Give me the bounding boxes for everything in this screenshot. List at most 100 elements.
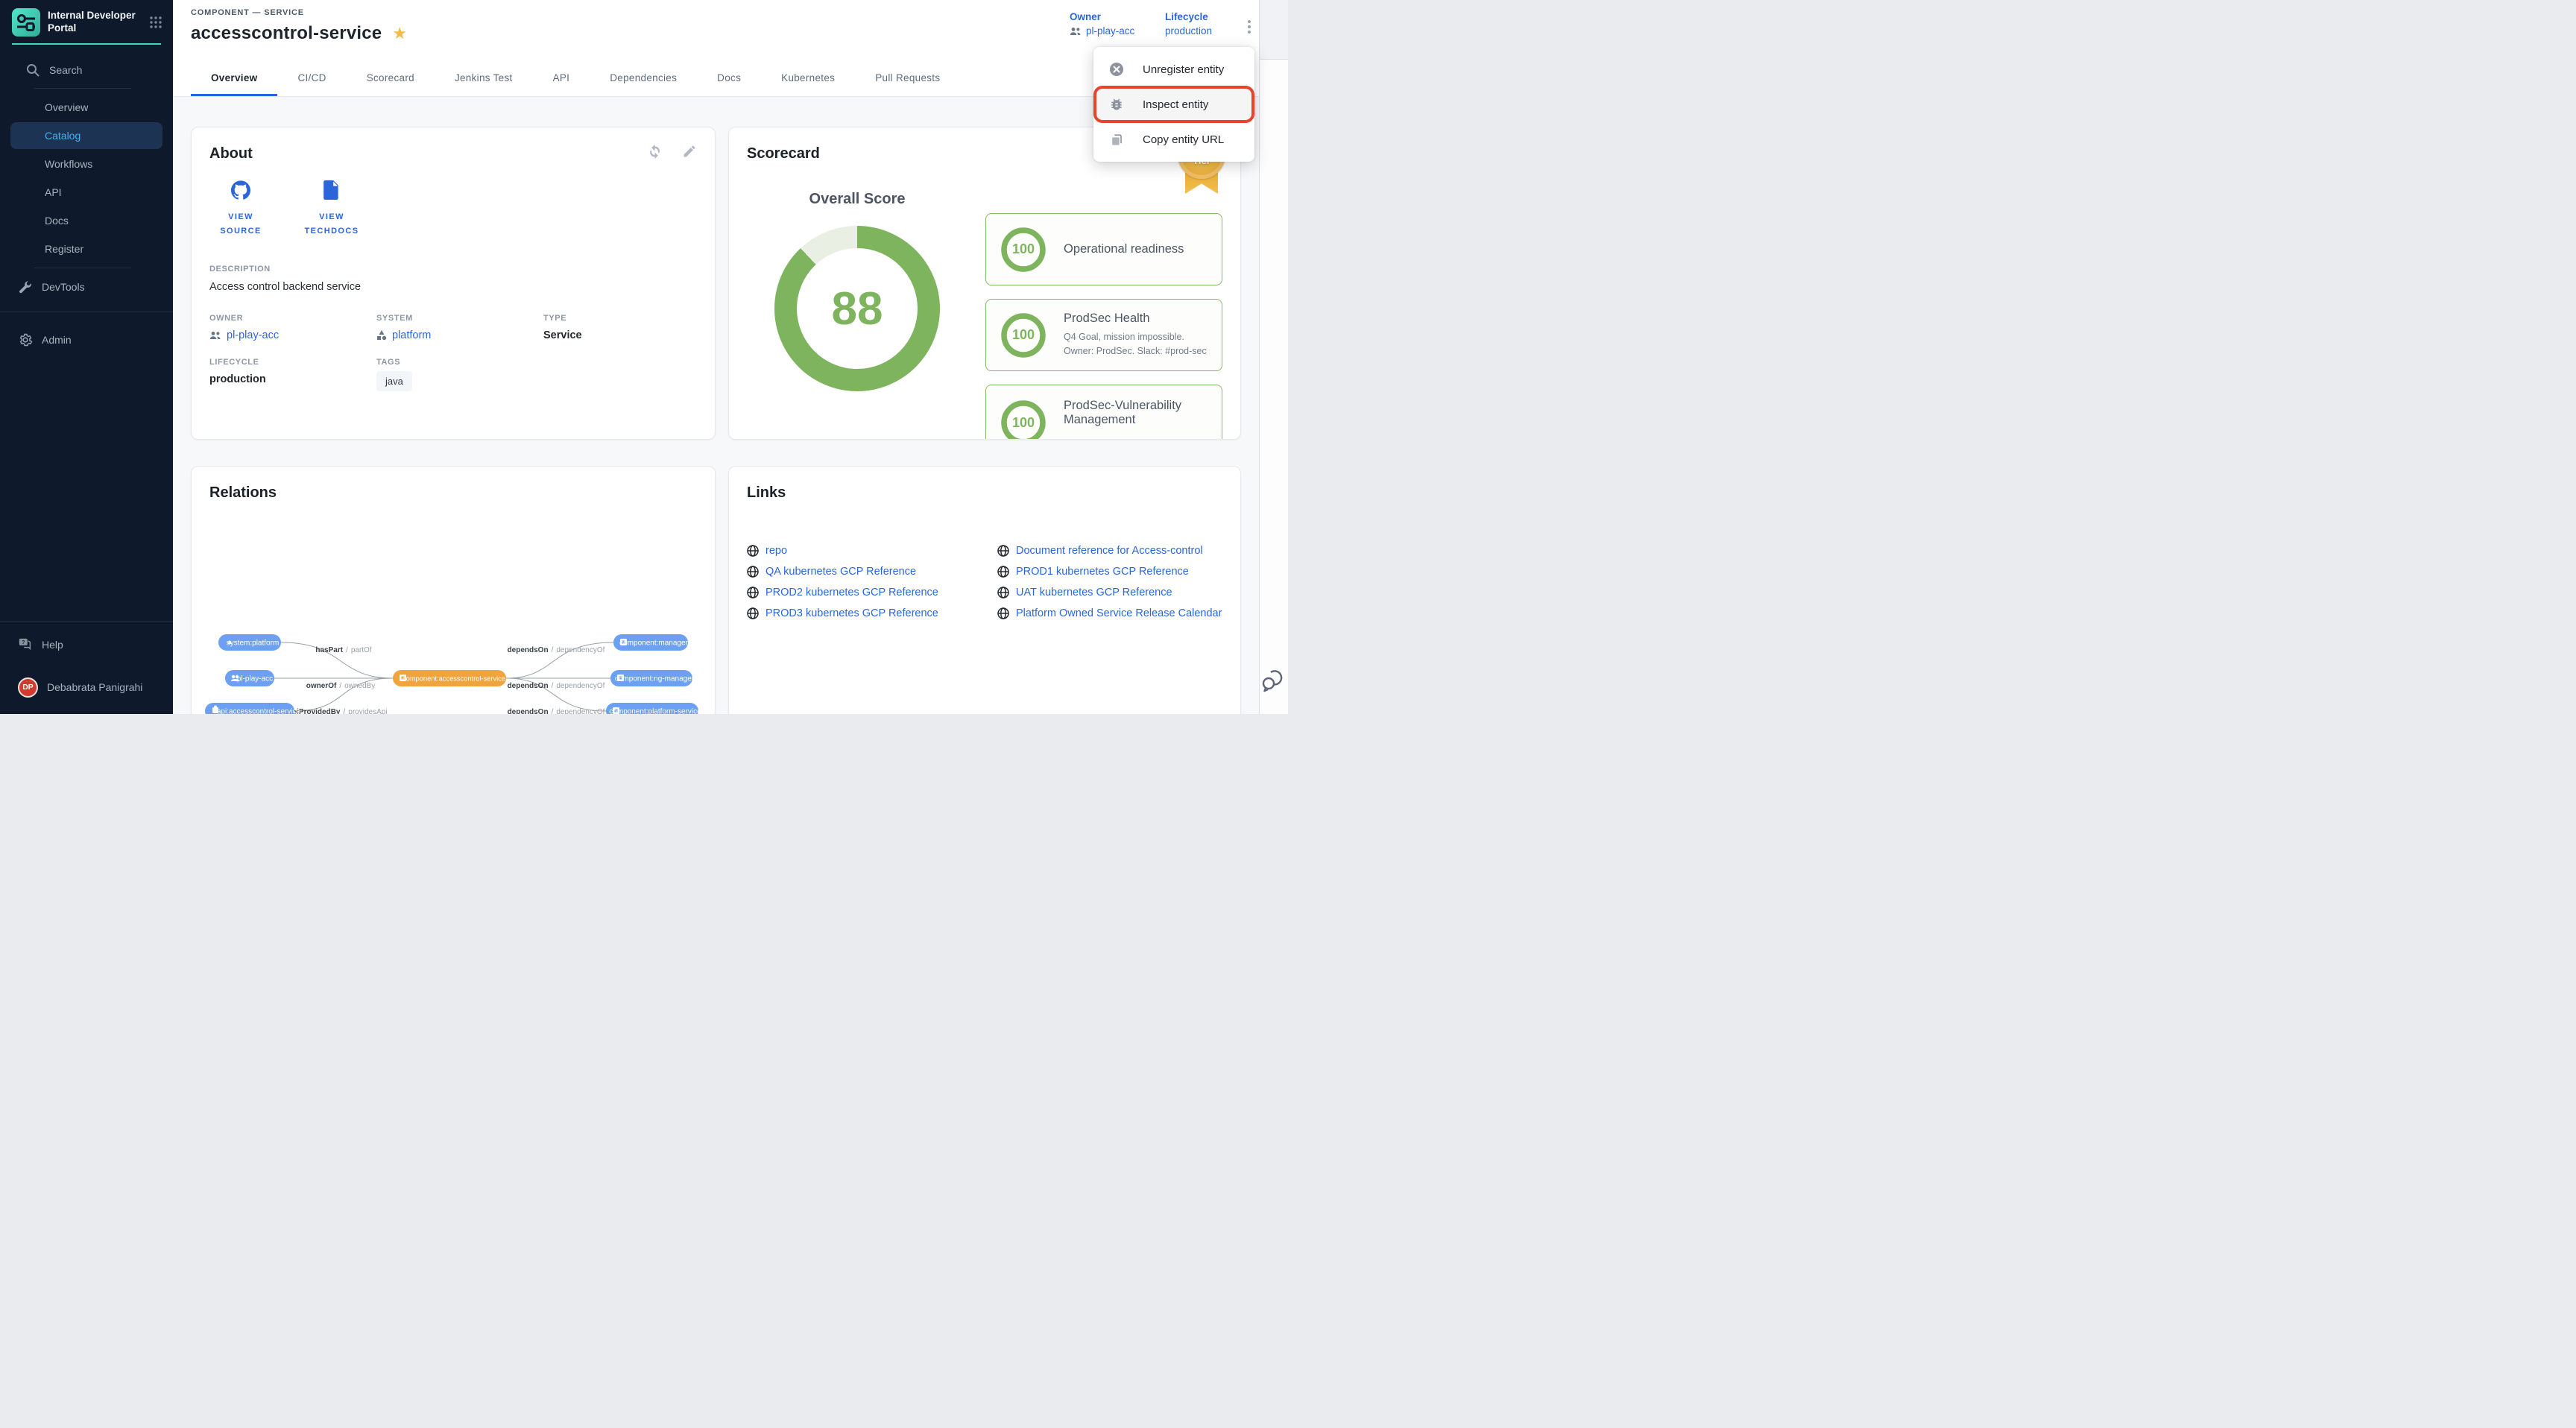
owner-link[interactable]: pl-play-acc: [1070, 25, 1134, 37]
chat-support-icon[interactable]: [1261, 668, 1285, 700]
scorecard-item-operational-readiness[interactable]: 100 Operational readiness: [985, 213, 1222, 285]
tab-kubernetes[interactable]: Kubernetes: [761, 62, 855, 96]
favorite-star-icon[interactable]: ★: [392, 25, 407, 42]
sidebar-item-workflows[interactable]: Workflows: [10, 151, 162, 177]
system-field-link[interactable]: platform: [376, 329, 543, 341]
menu-item-copy-entity-url[interactable]: Copy entity URL: [1093, 123, 1254, 156]
sidebar-item-label: Help: [42, 639, 63, 651]
link-label: Platform Owned Service Release Calendar: [1016, 607, 1222, 619]
sidebar-item-docs[interactable]: Docs: [10, 207, 162, 234]
overview-content: About: [173, 97, 1288, 714]
lifecycle-field-label: LIFECYCLE: [209, 358, 376, 367]
owner-meta: Owner pl-play-acc: [1070, 11, 1134, 37]
view-source-label: VIEW SOURCE: [206, 210, 275, 239]
tab-pull-requests[interactable]: Pull Requests: [855, 62, 960, 96]
refresh-icon[interactable]: [647, 144, 663, 159]
overall-score-label: Overall Score: [747, 191, 967, 208]
brand-title: Internal Developer Portal: [48, 10, 136, 35]
score-title: Operational readiness: [1064, 242, 1211, 256]
view-techdocs-link[interactable]: VIEW TECHDOCS: [297, 180, 366, 239]
tab-jenkins-test[interactable]: Jenkins Test: [435, 62, 533, 96]
sidebar-item-label: Register: [45, 243, 83, 255]
tab-api[interactable]: API: [533, 62, 590, 96]
sidebar-item-devtools[interactable]: DevTools: [0, 274, 173, 300]
view-source-link[interactable]: VIEW SOURCE: [206, 180, 275, 239]
owner-field-link[interactable]: pl-play-acc: [209, 329, 376, 341]
menu-item-label: Unregister entity: [1143, 63, 1224, 76]
link-prod1-kubernetes[interactable]: PROD1 kubernetes GCP Reference: [997, 561, 1222, 582]
owner-field-value: pl-play-acc: [227, 329, 279, 341]
link-prod2-kubernetes[interactable]: PROD2 kubernetes GCP Reference: [747, 582, 997, 603]
tab-cicd[interactable]: CI/CD: [277, 62, 346, 96]
edge-label: ownerOf/ownedBy: [306, 682, 375, 690]
link-document-reference[interactable]: Document reference for Access-control: [997, 540, 1222, 561]
scorecard-item-prodsec-health[interactable]: 100 ProdSec Health Q4 Goal, mission impo…: [985, 299, 1222, 371]
sidebar-item-admin[interactable]: Admin: [0, 327, 173, 353]
link-release-calendar[interactable]: Platform Owned Service Release Calendar: [997, 603, 1222, 624]
tab-docs[interactable]: Docs: [697, 62, 761, 96]
link-qa-kubernetes[interactable]: QA kubernetes GCP Reference: [747, 561, 997, 582]
relation-node-component-platform-service[interactable]: component:platform-service: [606, 703, 701, 714]
menu-item-inspect-entity[interactable]: Inspect entity: [1096, 89, 1251, 120]
lifecycle-field-value: production: [209, 373, 376, 385]
user-name: Debabrata Panigrahi: [47, 681, 142, 693]
globe-icon: [997, 607, 1009, 619]
avatar: DP: [18, 677, 38, 698]
edit-pencil-icon[interactable]: [682, 144, 697, 159]
user-profile[interactable]: DP Debabrata Panigrahi: [0, 671, 173, 704]
tab-dependencies[interactable]: Dependencies: [590, 62, 697, 96]
page-title: accesscontrol-service: [191, 23, 382, 44]
relation-node-pl-play-acc[interactable]: pl-play-acc: [225, 670, 274, 686]
sidebar-item-help[interactable]: ? Help: [0, 632, 173, 657]
copy-icon: [1108, 133, 1125, 147]
techdocs-icon: [323, 180, 340, 200]
apps-grid-icon[interactable]: [149, 16, 162, 29]
globe-icon: [997, 566, 1009, 578]
group-icon: [1070, 27, 1082, 36]
portal-logo-icon: [12, 8, 40, 37]
sidebar-item-search[interactable]: Search: [0, 57, 173, 83]
sidebar-item-catalog[interactable]: Catalog: [10, 122, 162, 149]
link-label: repo: [765, 545, 787, 557]
link-label: Document reference for Access-control: [1016, 545, 1203, 557]
sidebar-item-register[interactable]: Register: [10, 236, 162, 262]
relation-node-api-accesscontrol-service[interactable]: api:accesscontrol-service: [205, 703, 301, 714]
lifecycle-label: Lifecycle: [1165, 11, 1212, 22]
more-options-kebab-icon[interactable]: [1240, 16, 1258, 37]
help-chat-icon: ?: [18, 637, 33, 652]
relation-node-system-platform[interactable]: system:platform: [218, 634, 281, 651]
score-value: 100: [1000, 312, 1047, 359]
search-icon: [25, 63, 40, 78]
link-prod3-kubernetes[interactable]: PROD3 kubernetes GCP Reference: [747, 603, 997, 624]
scrollbar-thumb[interactable]: [1260, 0, 1288, 60]
edge-label: dependsOn/dependencyOf: [508, 708, 605, 714]
relation-node-accesscontrol-service[interactable]: component:accesscontrol-service: [393, 670, 506, 686]
globe-icon: [747, 545, 759, 557]
relations-card: Relations hasPart/partOf ownerOf/ownedBy…: [191, 466, 716, 714]
sidebar-item-api[interactable]: API: [10, 179, 162, 206]
tab-scorecard[interactable]: Scorecard: [347, 62, 435, 96]
score-value: 100: [1000, 226, 1047, 274]
tab-overview[interactable]: Overview: [191, 62, 277, 96]
score-subtitle: Q4 Goal, mission impossible. Owner: Prod…: [1064, 330, 1211, 359]
relation-node-component-manager[interactable]: component:manager: [613, 634, 689, 651]
scorecard-item-prodsec-vulnerability[interactable]: 100 ProdSec-Vulnerability Management: [985, 385, 1222, 440]
group-icon: [209, 331, 221, 340]
owner-field-label: OWNER: [209, 314, 376, 323]
sidebar-divider: [0, 621, 173, 622]
link-label: UAT kubernetes GCP Reference: [1016, 587, 1172, 598]
gear-icon: [18, 332, 33, 347]
link-repo[interactable]: repo: [747, 540, 997, 561]
menu-item-unregister-entity[interactable]: Unregister entity: [1093, 53, 1254, 86]
link-uat-kubernetes[interactable]: UAT kubernetes GCP Reference: [997, 582, 1222, 603]
link-label: PROD1 kubernetes GCP Reference: [1016, 566, 1189, 578]
relation-node-component-ng-manager[interactable]: component:ng-manager: [610, 670, 695, 686]
sidebar-item-overview[interactable]: Overview: [10, 94, 162, 121]
bug-icon: [1108, 97, 1125, 112]
system-field-label: SYSTEM: [376, 314, 543, 323]
svg-text:component:ng-manager: component:ng-manager: [615, 675, 695, 683]
scorecard-card: Scorecard Overall Score 88: [728, 127, 1241, 440]
sidebar-item-label: Workflows: [45, 158, 92, 170]
tag-chip-java: java: [376, 371, 412, 391]
edge-label: apiProvidedBy/providesApi: [288, 708, 387, 714]
